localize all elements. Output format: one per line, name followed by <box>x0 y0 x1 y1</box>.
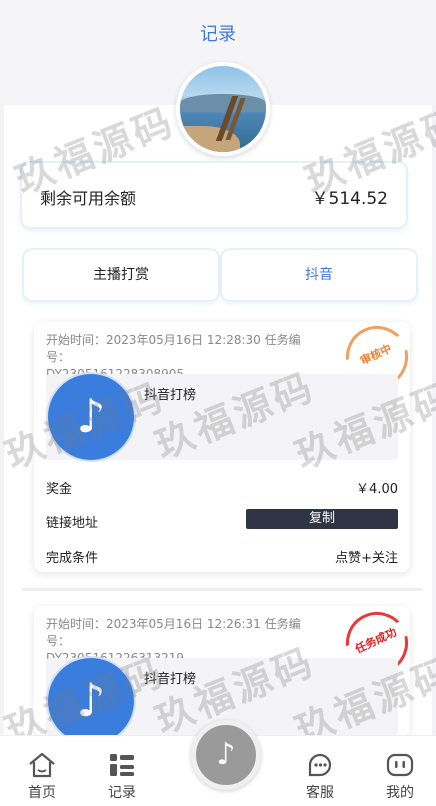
record-start-time: 开始时间：2023年05月16日 12:26:31 任务编号： <box>46 617 301 648</box>
balance-card: 剩余可用余额 ￥514.52 <box>22 163 406 227</box>
nav-service-label: 客服 <box>306 785 334 801</box>
tiktok-icon: ♪ <box>216 737 236 772</box>
record-card: 开始时间：2023年05月16日 12:28:30 任务编号： DY230516… <box>34 315 419 572</box>
nav-home[interactable]: 首页 <box>12 750 72 802</box>
copy-button[interactable]: 复制 <box>246 509 398 529</box>
condition-row: 完成条件 点赞+关注 <box>46 547 398 566</box>
reward-label: 奖金 <box>46 482 73 497</box>
tiktok-icon: ♪ <box>48 374 134 460</box>
divider <box>22 588 422 591</box>
robot-icon <box>370 750 430 780</box>
chat-icon <box>290 750 350 780</box>
link-label: 链接地址 <box>46 516 99 531</box>
tab-anchor-reward[interactable]: 主播打赏 <box>24 250 218 300</box>
record-start-time: 开始时间：2023年05月16日 12:28:30 任务编号： <box>46 333 301 364</box>
nav-service[interactable]: 客服 <box>290 750 350 802</box>
page-title: 记录 <box>200 24 236 45</box>
balance-amount: ￥514.52 <box>311 189 388 209</box>
reward-value: ￥4.00 <box>356 482 398 497</box>
link-row: 链接地址 复制 <box>46 509 398 531</box>
nav-home-label: 首页 <box>28 785 56 801</box>
reward-row: 奖金 ￥4.00 <box>46 478 398 497</box>
nav-mine-label: 我的 <box>386 785 414 801</box>
condition-value: 点赞+关注 <box>335 551 398 566</box>
nav-mine[interactable]: 我的 <box>370 750 430 802</box>
avatar <box>176 62 270 156</box>
list-icon <box>92 750 152 780</box>
nav-records[interactable]: 记录 <box>92 750 152 802</box>
record-card: 开始时间：2023年05月16日 12:26:31 任务编号： DY230516… <box>34 601 419 744</box>
balance-label: 剩余可用余额 <box>40 189 137 208</box>
task-name: 抖音打榜 <box>144 672 197 687</box>
tab-douyin[interactable]: 抖音 <box>222 250 416 300</box>
tab-bar: 主播打赏 抖音 <box>24 250 418 302</box>
nav-records-label: 记录 <box>108 785 136 801</box>
home-icon <box>12 750 72 780</box>
task-name: 抖音打榜 <box>144 388 197 403</box>
tiktok-center-button[interactable]: ♪ <box>191 720 261 790</box>
condition-label: 完成条件 <box>46 551 99 566</box>
tiktok-icon: ♪ <box>48 658 134 744</box>
